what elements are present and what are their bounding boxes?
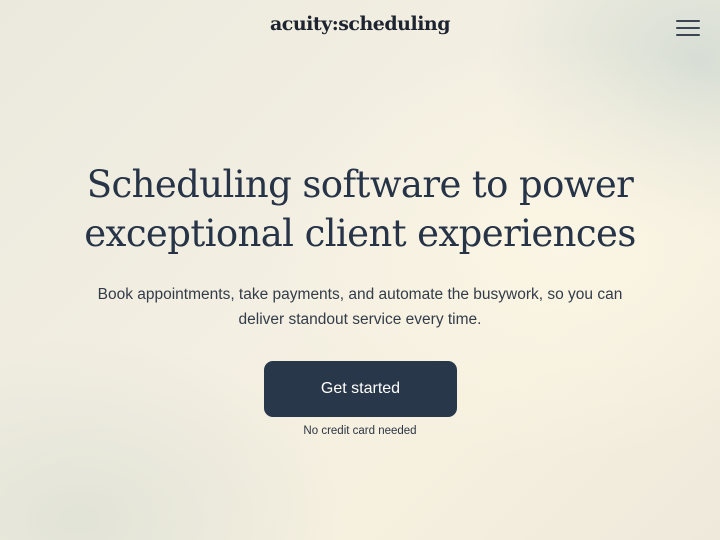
get-started-button[interactable]: Get started bbox=[264, 361, 457, 417]
hero-headline: Scheduling software to power exceptional… bbox=[84, 163, 636, 255]
hero-section: Scheduling software to power exceptional… bbox=[40, 160, 680, 332]
acuity-scheduling-logo[interactable]: acuity:scheduling bbox=[0, 13, 720, 35]
hero-subhead: Book appointments, take payments, and au… bbox=[97, 286, 623, 328]
site-header: acuity:scheduling bbox=[0, 0, 720, 54]
hamburger-menu-icon[interactable] bbox=[674, 18, 702, 40]
no-credit-card-note: No credit card needed bbox=[303, 425, 417, 437]
menu-line bbox=[676, 27, 700, 29]
menu-line bbox=[676, 34, 700, 36]
menu-line bbox=[676, 20, 700, 22]
